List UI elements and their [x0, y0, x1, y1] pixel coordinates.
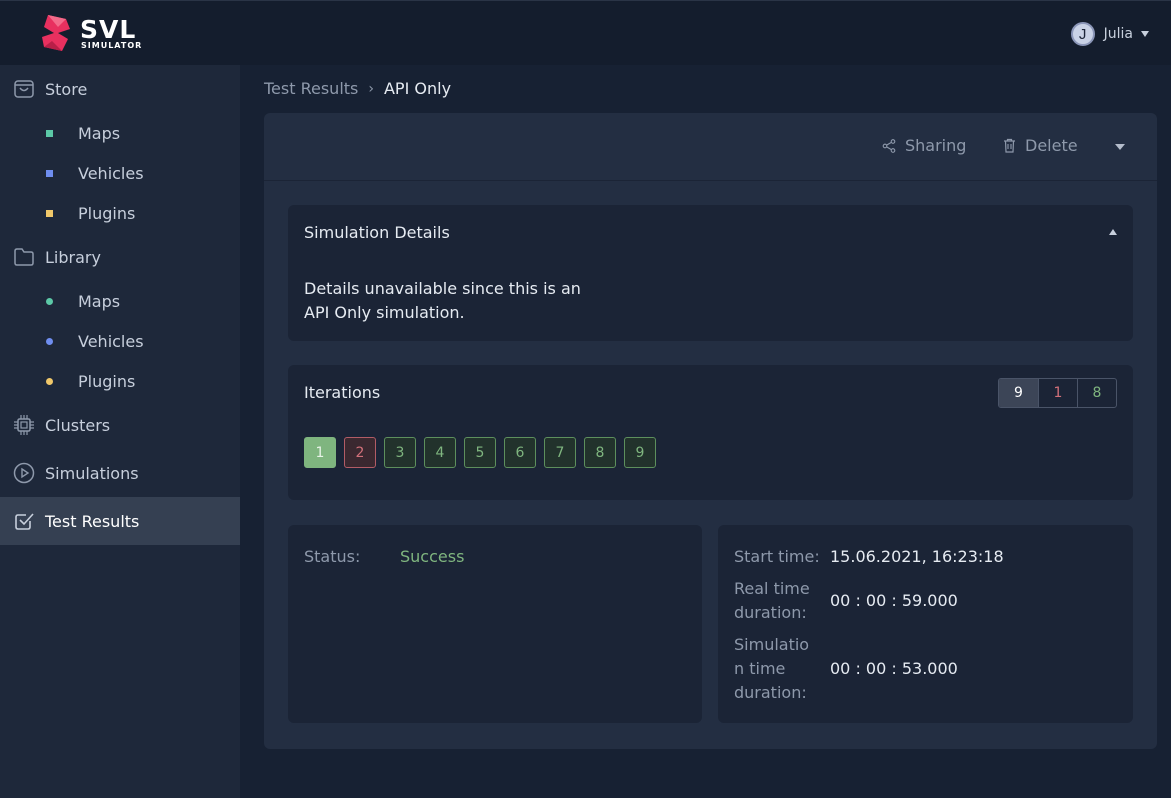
real-time-duration-label: Real time duration:: [734, 577, 810, 625]
label-line: Simulatio: [734, 635, 810, 654]
svl-logo[interactable]: SVL SIMULATOR: [40, 13, 143, 55]
simulation-details-title: Simulation Details: [304, 223, 450, 242]
sidebar-item-label: Simulations: [45, 463, 139, 483]
label-line: duration:: [734, 603, 807, 622]
iteration-button[interactable]: 2: [344, 437, 376, 468]
sidebar-item-library[interactable]: Library: [0, 233, 240, 281]
simulation-details-text: Details unavailable since this is an API…: [304, 277, 604, 325]
delete-label: Delete: [1025, 136, 1078, 155]
iteration-button[interactable]: 4: [424, 437, 456, 468]
breadcrumb-separator: ›: [368, 80, 374, 97]
user-menu[interactable]: J Julia: [1070, 21, 1149, 47]
chip-icon: [14, 415, 34, 435]
iteration-button[interactable]: 7: [544, 437, 576, 468]
sidebar-item-label: Maps: [78, 123, 121, 143]
sidebar-item-label: Clusters: [45, 415, 111, 435]
sidebar-item-store-maps[interactable]: Maps: [0, 113, 240, 153]
iteration-button[interactable]: 8: [584, 437, 616, 468]
sidebar-item-label: Maps: [78, 291, 121, 311]
sidebar-item-store[interactable]: Store: [0, 65, 240, 113]
sharing-label: Sharing: [905, 136, 967, 155]
square-bullet-icon: [46, 129, 53, 137]
circle-bullet-icon: [46, 297, 53, 305]
play-circle-icon: [13, 462, 35, 484]
simulation-details-card: Simulation Details Details unavailable s…: [288, 205, 1133, 341]
logo-text: SVL: [80, 15, 137, 44]
logo-subtext: SIMULATOR: [81, 41, 143, 50]
real-time-duration-value: 00 : 00 : 59.000: [830, 591, 958, 610]
iteration-button[interactable]: 6: [504, 437, 536, 468]
user-name: Julia: [1103, 26, 1133, 42]
sidebar-item-simulations[interactable]: Simulations: [0, 449, 240, 497]
sidebar-item-store-vehicles[interactable]: Vehicles: [0, 153, 240, 193]
status-card: Status: Success: [288, 525, 702, 723]
top-bar: SVL SIMULATOR J Julia: [0, 0, 1171, 65]
delete-button[interactable]: Delete: [1003, 136, 1078, 155]
details-line: API Only simulation.: [304, 303, 465, 322]
share-icon: [882, 138, 896, 153]
status-value: Success: [400, 547, 465, 566]
simulation-time-duration-label: Simulatio n time duration:: [734, 633, 809, 705]
sidebar-item-clusters[interactable]: Clusters: [0, 401, 240, 449]
folder-icon: [14, 248, 34, 266]
sidebar-item-test-results[interactable]: Test Results: [0, 497, 240, 545]
checkbox-icon: [15, 513, 34, 530]
breadcrumb-link-test-results[interactable]: Test Results: [264, 79, 358, 98]
label-line: n time: [734, 659, 786, 678]
status-label: Status:: [304, 547, 361, 566]
sidebar-item-store-plugins[interactable]: Plugins: [0, 193, 240, 233]
timing-card: Start time: 15.06.2021, 16:23:18 Real ti…: [718, 525, 1133, 723]
circle-bullet-icon: [46, 337, 53, 345]
filter-success-button[interactable]: 8: [1077, 379, 1116, 407]
filter-failed-button[interactable]: 1: [1038, 379, 1077, 407]
start-time-value: 15.06.2021, 16:23:18: [830, 547, 1004, 566]
breadcrumb: Test Results › API Only: [264, 79, 451, 98]
collapse-chevron-icon[interactable]: [1109, 229, 1117, 235]
square-bullet-icon: [46, 169, 53, 177]
bag-icon: [14, 80, 34, 98]
sidebar-item-label: Plugins: [78, 371, 136, 391]
sharing-button[interactable]: Sharing: [882, 136, 966, 155]
square-bullet-icon: [46, 209, 53, 217]
simulation-time-duration-value: 00 : 00 : 53.000: [830, 659, 958, 678]
iterations-title: Iterations: [304, 383, 381, 402]
iteration-button[interactable]: 3: [384, 437, 416, 468]
logo-mark-icon: [42, 15, 70, 51]
sidebar-item-library-vehicles[interactable]: Vehicles: [0, 321, 240, 361]
trash-icon: [1004, 138, 1015, 153]
test-result-panel: Sharing Delete Simulation Details Detail…: [264, 113, 1157, 749]
chevron-down-icon: [1141, 31, 1149, 37]
sidebar-item-label: Library: [45, 247, 101, 267]
sidebar-item-label: Vehicles: [78, 331, 144, 351]
sidebar-item-label: Store: [45, 79, 88, 99]
sidebar: Store Maps Vehicles Plugins Library Maps…: [0, 65, 240, 798]
circle-bullet-icon: [46, 377, 53, 385]
iteration-button[interactable]: 9: [624, 437, 656, 468]
label-line: duration:: [734, 683, 807, 702]
sidebar-item-label: Test Results: [45, 511, 140, 531]
sidebar-item-library-maps[interactable]: Maps: [0, 281, 240, 321]
iterations-filter-group: 9 1 8: [998, 378, 1117, 408]
more-actions-chevron-icon[interactable]: [1115, 144, 1125, 150]
label-line: Real time: [734, 579, 810, 598]
sidebar-item-library-plugins[interactable]: Plugins: [0, 361, 240, 401]
panel-toolbar: Sharing Delete: [264, 113, 1157, 181]
avatar: J: [1070, 22, 1095, 46]
iteration-button[interactable]: 5: [464, 437, 496, 468]
breadcrumb-current: API Only: [383, 79, 452, 98]
iteration-button[interactable]: 1: [304, 437, 336, 468]
iteration-list: 1 2 3 4 5 6 7 8 9: [304, 437, 664, 468]
filter-all-button[interactable]: 9: [999, 379, 1038, 407]
sidebar-item-label: Plugins: [78, 203, 136, 223]
sidebar-item-label: Vehicles: [78, 163, 144, 183]
start-time-label: Start time:: [734, 547, 820, 566]
iterations-card: Iterations 9 1 8 1 2 3 4 5 6 7 8 9: [288, 365, 1133, 500]
details-line: Details unavailable since this is an: [304, 279, 581, 298]
